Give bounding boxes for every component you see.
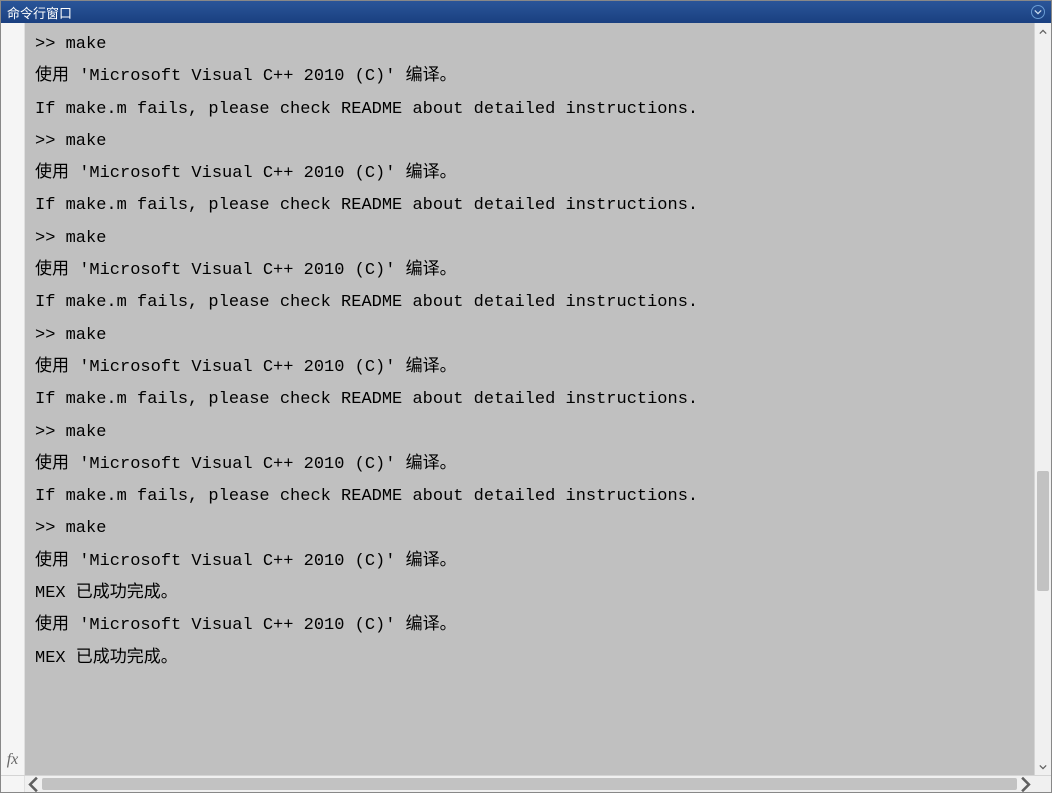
fx-icon[interactable]: fx: [7, 751, 19, 769]
command-window: 命令行窗口 fx >> make使用 'Microsoft Visual C++…: [0, 0, 1052, 793]
gutter: fx: [1, 23, 25, 775]
hscroll-gutter: [1, 776, 25, 792]
console-line: If make.m fails, please check README abo…: [35, 190, 1024, 222]
console-line: 使用 'Microsoft Visual C++ 2010 (C)' 编译。: [35, 255, 1024, 287]
scroll-up-arrow-icon[interactable]: [1035, 23, 1051, 40]
console-line: >> make: [35, 417, 1024, 449]
console-line: >> make: [35, 320, 1024, 352]
console-line: >> make: [35, 513, 1024, 545]
dropdown-icon[interactable]: [1031, 5, 1045, 19]
console-line: 使用 'Microsoft Visual C++ 2010 (C)' 编译。: [35, 158, 1024, 190]
console-line: >> make: [35, 223, 1024, 255]
content-wrapper: >> make使用 'Microsoft Visual C++ 2010 (C)…: [25, 23, 1034, 775]
vertical-scrollbar[interactable]: [1034, 23, 1051, 775]
console-line: 使用 'Microsoft Visual C++ 2010 (C)' 编译。: [35, 610, 1024, 642]
horizontal-scroll-thumb[interactable]: [42, 778, 1017, 790]
horizontal-scrollbar[interactable]: [25, 776, 1034, 792]
console-line: If make.m fails, please check README abo…: [35, 384, 1024, 416]
console-line: MEX 已成功完成。: [35, 643, 1024, 675]
console-line: >> make: [35, 126, 1024, 158]
scroll-right-arrow-icon[interactable]: [1017, 776, 1034, 792]
scroll-left-arrow-icon[interactable]: [25, 776, 42, 792]
console-line: MEX 已成功完成。: [35, 578, 1024, 610]
content-row: fx >> make使用 'Microsoft Visual C++ 2010 …: [1, 23, 1051, 775]
console-line: 使用 'Microsoft Visual C++ 2010 (C)' 编译。: [35, 61, 1024, 93]
titlebar: 命令行窗口: [1, 1, 1051, 23]
console-line: If make.m fails, please check README abo…: [35, 481, 1024, 513]
console-line: If make.m fails, please check README abo…: [35, 94, 1024, 126]
vertical-scroll-thumb[interactable]: [1037, 471, 1049, 591]
scroll-down-arrow-icon[interactable]: [1035, 758, 1051, 775]
scrollbar-corner: [1034, 776, 1051, 792]
console-line: 使用 'Microsoft Visual C++ 2010 (C)' 编译。: [35, 449, 1024, 481]
console-output[interactable]: >> make使用 'Microsoft Visual C++ 2010 (C)…: [25, 23, 1034, 775]
horizontal-scroll-track[interactable]: [42, 776, 1017, 792]
horizontal-scrollbar-row: [1, 775, 1051, 792]
window-title: 命令行窗口: [7, 3, 72, 22]
console-line: 使用 'Microsoft Visual C++ 2010 (C)' 编译。: [35, 352, 1024, 384]
vertical-scroll-track[interactable]: [1035, 40, 1051, 758]
console-line: 使用 'Microsoft Visual C++ 2010 (C)' 编译。: [35, 546, 1024, 578]
console-line: If make.m fails, please check README abo…: [35, 287, 1024, 319]
console-line: >> make: [35, 29, 1024, 61]
